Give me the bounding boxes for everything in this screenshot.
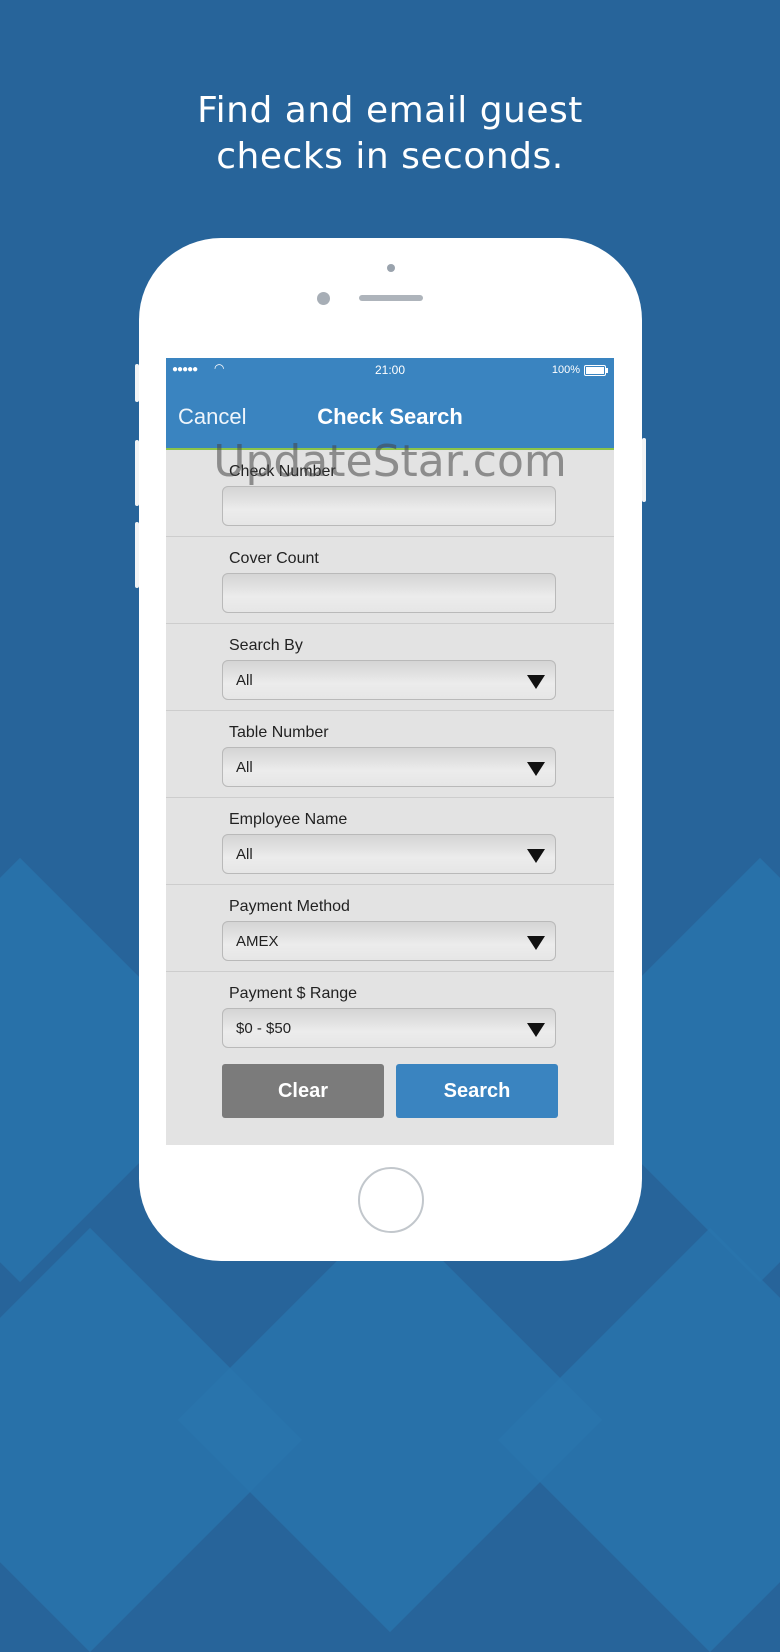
headline: Find and email guest checks in seconds.: [0, 88, 780, 180]
payment-method-select[interactable]: AMEX: [222, 921, 556, 961]
field-value: All: [236, 846, 253, 863]
clear-button[interactable]: Clear: [222, 1064, 384, 1118]
dropdown-arrow-icon: [527, 675, 545, 689]
phone-speaker: [359, 295, 423, 301]
field-label: Table Number: [229, 724, 329, 741]
background-diamond: [497, 1227, 780, 1652]
watermark: UpdateStar.com: [213, 436, 567, 487]
field-value: All: [236, 759, 253, 776]
phone-side-button: [135, 364, 139, 402]
field-value: $0 - $50: [236, 1020, 292, 1037]
phone-camera: [317, 292, 330, 305]
phone-side-button: [135, 522, 139, 588]
page-title: Check Search: [317, 404, 463, 429]
field-label: Cover Count: [229, 550, 319, 567]
field-value: AMEX: [236, 933, 279, 950]
headline-line-1: Find and email guest: [197, 90, 583, 131]
field-payment-range: Payment $ Range $0 - $50: [166, 972, 614, 1058]
dropdown-arrow-icon: [527, 849, 545, 863]
battery-percent: 100%: [551, 364, 580, 376]
status-time: 21:00: [374, 363, 406, 377]
field-label: Payment Method: [229, 898, 350, 915]
home-button[interactable]: [358, 1167, 424, 1233]
field-employee-name: Employee Name All: [166, 798, 614, 885]
payment-range-select[interactable]: $0 - $50: [222, 1008, 556, 1048]
search-by-select[interactable]: All: [222, 660, 556, 700]
field-cover-count: Cover Count: [166, 537, 614, 624]
dropdown-arrow-icon: [527, 936, 545, 950]
field-payment-method: Payment Method AMEX: [166, 885, 614, 972]
action-buttons: Clear Search: [166, 1058, 614, 1128]
headline-line-2: checks in seconds.: [216, 136, 564, 177]
employee-name-select[interactable]: All: [222, 834, 556, 874]
cover-count-input[interactable]: [222, 573, 556, 613]
field-table-number: Table Number All: [166, 711, 614, 798]
phone-sensor: [387, 264, 395, 272]
field-label: Employee Name: [229, 811, 348, 828]
field-value: All: [236, 672, 253, 689]
field-search-by: Search By All: [166, 624, 614, 711]
check-number-input[interactable]: [222, 486, 556, 526]
table-number-select[interactable]: All: [222, 747, 556, 787]
search-button[interactable]: Search: [396, 1064, 558, 1118]
status-bar: ●●●●● ◠ 21:00 100%: [166, 358, 614, 382]
dropdown-arrow-icon: [527, 1023, 545, 1037]
field-label: Payment $ Range: [229, 985, 358, 1002]
field-label: Search By: [229, 637, 303, 654]
phone-frame: ●●●●● ◠ 21:00 100% Cancel Check Search C…: [135, 238, 646, 1261]
background-diamond: [0, 1227, 303, 1652]
dropdown-arrow-icon: [527, 762, 545, 776]
battery-icon: [584, 365, 608, 376]
